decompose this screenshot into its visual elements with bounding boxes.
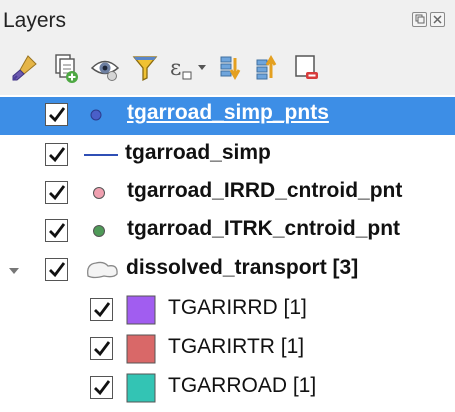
expression-filter-icon[interactable]: ε	[166, 50, 210, 86]
layer-visibility-checkbox[interactable]	[45, 143, 68, 166]
legend-class-row[interactable]: TGARROAD [1]	[0, 370, 455, 408]
polygon-group-icon	[87, 261, 118, 279]
layer-name: tgarroad_simp	[125, 141, 271, 164]
layer-visibility-checkbox[interactable]	[45, 219, 68, 242]
layer-name: tgarroad_ITRK_cntroid_pnt	[127, 217, 401, 240]
layer-row[interactable]: tgarroad_ITRK_cntroid_pnt	[0, 213, 455, 251]
collapse-all-icon[interactable]	[252, 50, 286, 86]
layer-visibility-checkbox[interactable]	[45, 181, 68, 204]
panel-title: Layers	[3, 9, 67, 32]
layer-row[interactable]: dissolved_transport [3]	[0, 252, 455, 290]
layers-toolbar: ε	[0, 50, 455, 90]
svg-text:ε: ε	[170, 56, 181, 81]
class-visibility-checkbox[interactable]	[90, 376, 113, 399]
legend-class-row[interactable]: TGARIRTR [1]	[0, 331, 455, 369]
legend-class-row[interactable]: TGARIRRD [1]	[0, 292, 455, 330]
add-group-icon[interactable]	[48, 50, 82, 86]
restore-icon[interactable]	[412, 12, 427, 27]
class-label: TGARROAD [1]	[168, 374, 317, 397]
panel-titlebar: Layers	[0, 0, 455, 44]
color-swatch	[126, 295, 156, 325]
layer-row[interactable]: tgarroad_simp_pnts	[0, 97, 455, 135]
class-label: TGARIRRD [1]	[168, 296, 307, 319]
class-visibility-checkbox[interactable]	[90, 298, 113, 321]
layer-visibility-checkbox[interactable]	[45, 103, 68, 126]
layer-name: dissolved_transport [3]	[126, 256, 359, 279]
color-swatch	[126, 334, 156, 364]
layer-visibility-checkbox[interactable]	[45, 258, 68, 281]
visibility-eye-icon[interactable]	[88, 50, 122, 86]
layer-row[interactable]: tgarroad_IRRD_cntroid_pnt	[0, 175, 455, 213]
point-symbol-icon	[90, 109, 102, 121]
expand-arrow-icon[interactable]	[8, 265, 20, 277]
style-paint-icon[interactable]	[8, 50, 42, 86]
class-label: TGARIRTR [1]	[168, 335, 305, 358]
expand-all-icon[interactable]	[216, 50, 250, 86]
filter-funnel-icon[interactable]	[128, 50, 162, 86]
layer-name: tgarroad_IRRD_cntroid_pnt	[127, 179, 403, 202]
close-icon[interactable]	[430, 12, 445, 27]
point-symbol-icon	[93, 187, 105, 199]
point-symbol-icon	[93, 225, 105, 237]
title-buttons	[412, 12, 445, 27]
remove-layer-icon[interactable]	[290, 50, 324, 86]
layer-tree: tgarroad_simp_pnts tgarroad_simp tgarroa…	[0, 95, 455, 412]
layers-panel: Layers ε tgarroad_simp_pnts tgarroad_sim…	[0, 0, 455, 412]
line-symbol-icon	[84, 154, 118, 156]
layer-row[interactable]: tgarroad_simp	[0, 137, 455, 175]
layer-name: tgarroad_simp_pnts	[127, 101, 329, 124]
class-visibility-checkbox[interactable]	[90, 337, 113, 360]
color-swatch	[126, 373, 156, 403]
